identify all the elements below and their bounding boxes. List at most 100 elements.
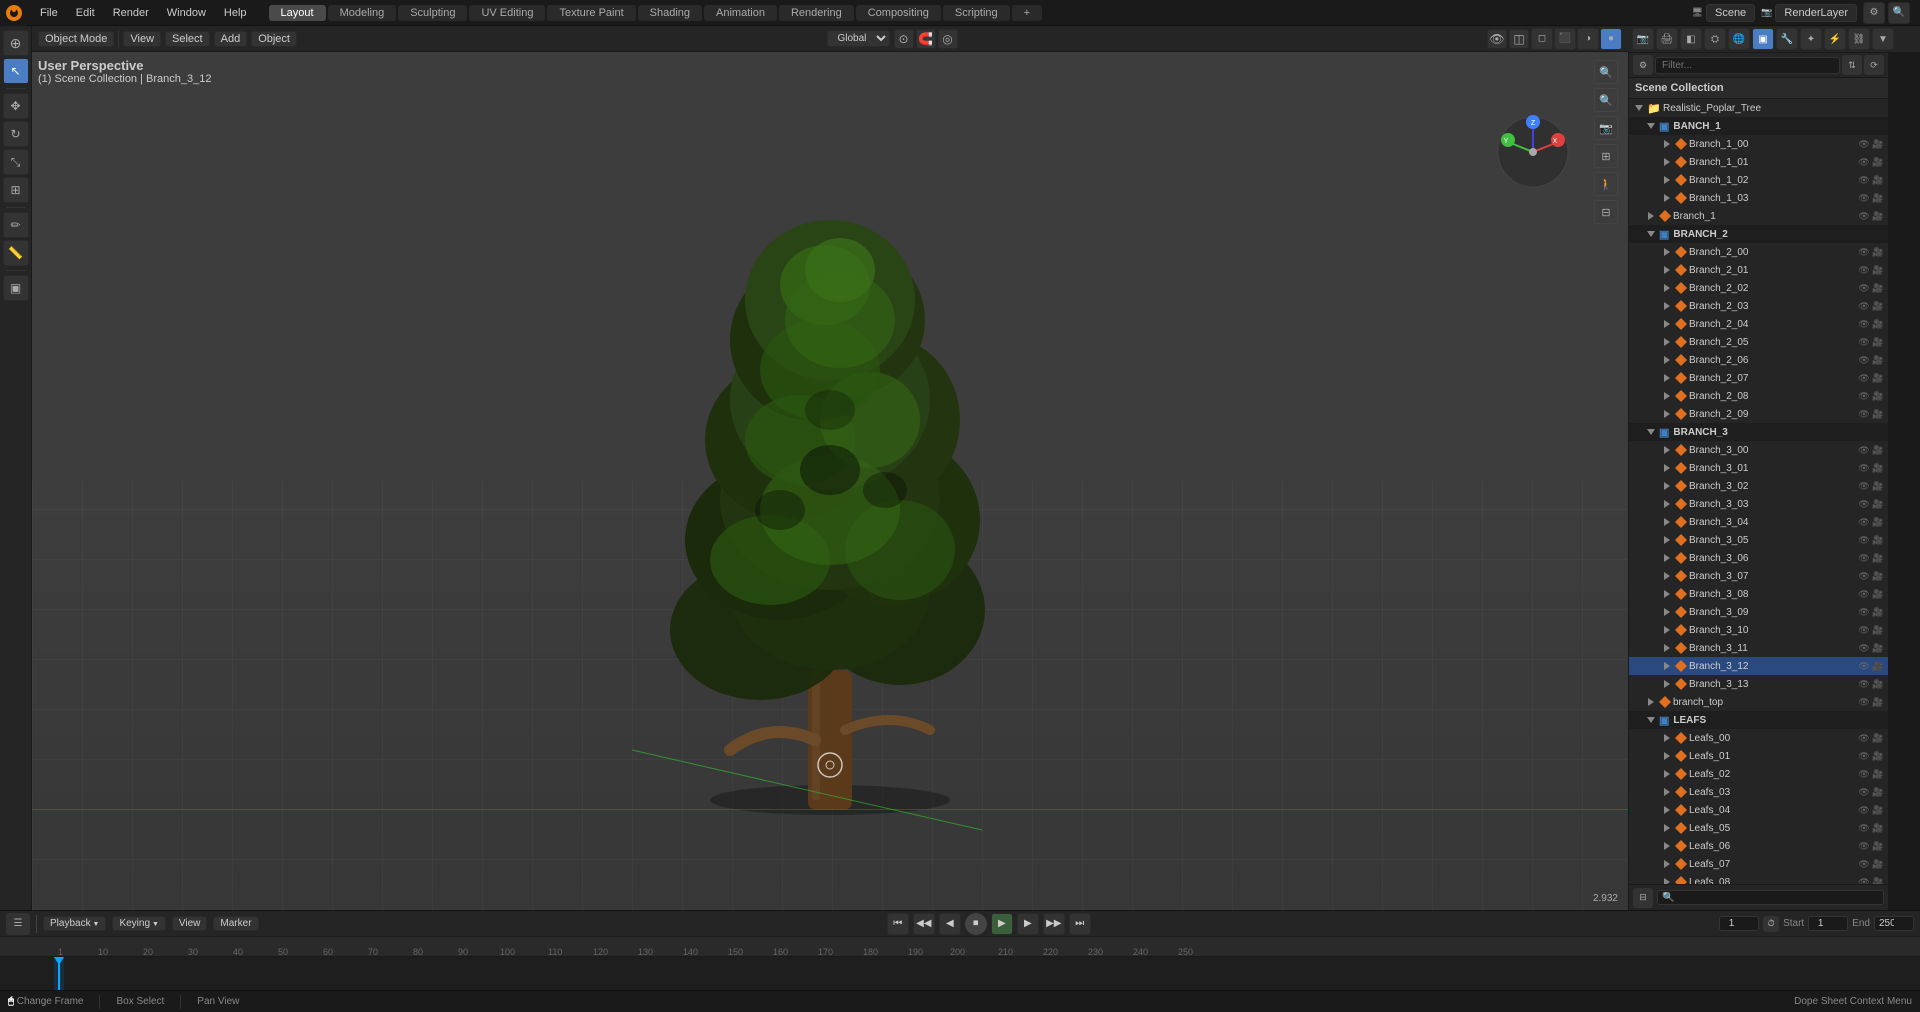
tab-sculpting[interactable]: Sculpting: [398, 5, 467, 21]
prop-constraints[interactable]: ⛓: [1848, 28, 1870, 50]
prop-data[interactable]: ▼: [1872, 28, 1894, 50]
stop-btn[interactable]: ⏹: [965, 913, 987, 935]
viewport-overlay-btn[interactable]: 👁: [1487, 29, 1507, 49]
b103-cam[interactable]: 🎥: [1872, 193, 1884, 204]
move-tool[interactable]: ✥: [3, 93, 29, 119]
branch-3-04[interactable]: Branch_3_04 👁 🎥: [1629, 513, 1888, 531]
cursor-tool[interactable]: ⊕: [3, 30, 29, 56]
prop-output[interactable]: 🖨: [1656, 28, 1678, 50]
tab-rendering[interactable]: Rendering: [779, 5, 854, 21]
branch-3-10[interactable]: Branch_3_10 👁 🎥: [1629, 621, 1888, 639]
grid-btn[interactable]: ⊟: [1594, 200, 1618, 224]
prev-keyframe-btn[interactable]: ◀◀: [913, 913, 935, 935]
view-btn[interactable]: View: [172, 916, 208, 931]
start-frame-input[interactable]: [1808, 916, 1848, 931]
branch-3-08[interactable]: Branch_3_08 👁 🎥: [1629, 585, 1888, 603]
outliner-root[interactable]: 📁 Realistic_Poplar_Tree: [1629, 99, 1888, 117]
blender-logo[interactable]: [0, 0, 28, 26]
object-menu[interactable]: Object: [251, 31, 297, 47]
branch-1-00[interactable]: Branch_1_00 👁 🎥: [1629, 135, 1888, 153]
menu-render[interactable]: Render: [105, 5, 157, 21]
prop-object[interactable]: ▣: [1752, 28, 1774, 50]
menu-help[interactable]: Help: [216, 5, 255, 21]
global-select[interactable]: Global: [827, 30, 890, 47]
leafs-03[interactable]: Leafs_03 👁 🎥: [1629, 783, 1888, 801]
branch-1-01[interactable]: Branch_1_01 👁 🎥: [1629, 153, 1888, 171]
add-primitive[interactable]: ▣: [3, 275, 29, 301]
branch-1-single[interactable]: Branch_1 👁 🎥: [1629, 207, 1888, 225]
play-btn[interactable]: ▶: [991, 913, 1013, 935]
tab-uv-editing[interactable]: UV Editing: [469, 5, 545, 21]
b100-eye[interactable]: 👁: [1858, 139, 1870, 150]
menu-file[interactable]: File: [32, 5, 66, 21]
branch-3-11[interactable]: Branch_3_11 👁 🎥: [1629, 639, 1888, 657]
tab-texture-paint[interactable]: Texture Paint: [547, 5, 635, 21]
branch-2-07[interactable]: Branch_2_07 👁 🎥: [1629, 369, 1888, 387]
filter-icon[interactable]: ⚙: [1863, 2, 1885, 24]
branch-3-03[interactable]: Branch_3_03 👁 🎥: [1629, 495, 1888, 513]
timeline-tracks[interactable]: [0, 957, 1920, 990]
b101-eye[interactable]: 👁: [1858, 157, 1870, 168]
branch-3-12[interactable]: Branch_3_12 👁 🎥: [1629, 657, 1888, 675]
walk-btn[interactable]: 🚶: [1594, 172, 1618, 196]
tab-compositing[interactable]: Compositing: [856, 5, 941, 21]
jump-start-btn[interactable]: ⏮: [887, 913, 909, 935]
select-tool[interactable]: ↖: [3, 58, 29, 84]
add-menu[interactable]: Add: [214, 31, 248, 47]
leafs-07[interactable]: Leafs_07 👁 🎥: [1629, 855, 1888, 873]
keying-btn[interactable]: Keying: [112, 916, 165, 931]
zoom-out-btn[interactable]: 🔍: [1594, 88, 1618, 112]
select-menu[interactable]: Select: [165, 31, 210, 47]
scale-tool[interactable]: ⤡: [3, 149, 29, 175]
menu-edit[interactable]: Edit: [68, 5, 103, 21]
timeline-track-area[interactable]: 1 10 20 30 40 50 60 70 80 90 100 110 120…: [0, 937, 1920, 990]
collection-leafs[interactable]: ▣ LEAFS: [1629, 711, 1888, 729]
branch-top[interactable]: branch_top 👁 🎥: [1629, 693, 1888, 711]
frame-timer-icon[interactable]: ⏱: [1763, 916, 1779, 932]
outliner-search[interactable]: [1655, 57, 1840, 74]
xray-btn[interactable]: ◫: [1509, 29, 1529, 49]
annotate-tool[interactable]: ✏: [3, 212, 29, 238]
sort-btn[interactable]: ⇅: [1842, 55, 1862, 75]
b102-cam[interactable]: 🎥: [1872, 175, 1884, 186]
collection-branch3[interactable]: ▣ BRANCH_3: [1629, 423, 1888, 441]
branch-2-06[interactable]: Branch_2_06 👁 🎥: [1629, 351, 1888, 369]
branch-2-02[interactable]: Branch_2_02 👁 🎥: [1629, 279, 1888, 297]
b102-eye[interactable]: 👁: [1858, 175, 1870, 186]
next-frame-btn[interactable]: ▶: [1017, 913, 1039, 935]
leafs-02[interactable]: Leafs_02 👁 🎥: [1629, 765, 1888, 783]
solid-btn[interactable]: ⬛: [1554, 28, 1576, 50]
prop-world[interactable]: 🌐: [1728, 28, 1750, 50]
timeline-menu-icon[interactable]: ☰: [6, 913, 30, 935]
search-icon-top[interactable]: 🔍: [1888, 2, 1910, 24]
prop-particles[interactable]: ✦: [1800, 28, 1822, 50]
prev-frame-btn[interactable]: ◀: [939, 913, 961, 935]
jump-end-btn[interactable]: ⏭: [1069, 913, 1091, 935]
pivot-btn[interactable]: ⊙: [894, 29, 914, 49]
next-keyframe-btn[interactable]: ▶▶: [1043, 913, 1065, 935]
b1s-eye[interactable]: 👁: [1858, 211, 1870, 222]
branch-3-09[interactable]: Branch_3_09 👁 🎥: [1629, 603, 1888, 621]
tab-modeling[interactable]: Modeling: [328, 5, 397, 21]
leafs-08[interactable]: Leafs_08 👁 🎥: [1629, 873, 1888, 884]
render-layer-name[interactable]: RenderLayer: [1775, 4, 1857, 22]
leafs-04[interactable]: Leafs_04 👁 🎥: [1629, 801, 1888, 819]
branch-3-01[interactable]: Branch_3_01 👁 🎥: [1629, 459, 1888, 477]
tab-shading[interactable]: Shading: [638, 5, 702, 21]
branch-2-00[interactable]: Branch_2_00 👁 🎥: [1629, 243, 1888, 261]
snap-btn[interactable]: 🧲: [916, 29, 936, 49]
viewport-canvas[interactable]: User Perspective (1) Scene Collection | …: [32, 52, 1628, 910]
b101-cam[interactable]: 🎥: [1872, 157, 1884, 168]
filter-btn[interactable]: ⚙: [1633, 55, 1653, 75]
branch-3-06[interactable]: Branch_3_06 👁 🎥: [1629, 549, 1888, 567]
wireframe-btn[interactable]: ◻: [1531, 28, 1553, 50]
end-frame-input[interactable]: [1874, 916, 1914, 931]
outliner-content[interactable]: 📁 Realistic_Poplar_Tree ▣ BANCH_1 Branch…: [1629, 99, 1888, 884]
branch-3-05[interactable]: Branch_3_05 👁 🎥: [1629, 531, 1888, 549]
branch-2-09[interactable]: Branch_2_09 👁 🎥: [1629, 405, 1888, 423]
current-frame-input[interactable]: [1719, 916, 1759, 931]
branch-2-03[interactable]: Branch_2_03 👁 🎥: [1629, 297, 1888, 315]
branch-3-00[interactable]: Branch_3_00 👁 🎥: [1629, 441, 1888, 459]
branch-2-08[interactable]: Branch_2_08 👁 🎥: [1629, 387, 1888, 405]
branch-2-01[interactable]: Branch_2_01 👁 🎥: [1629, 261, 1888, 279]
